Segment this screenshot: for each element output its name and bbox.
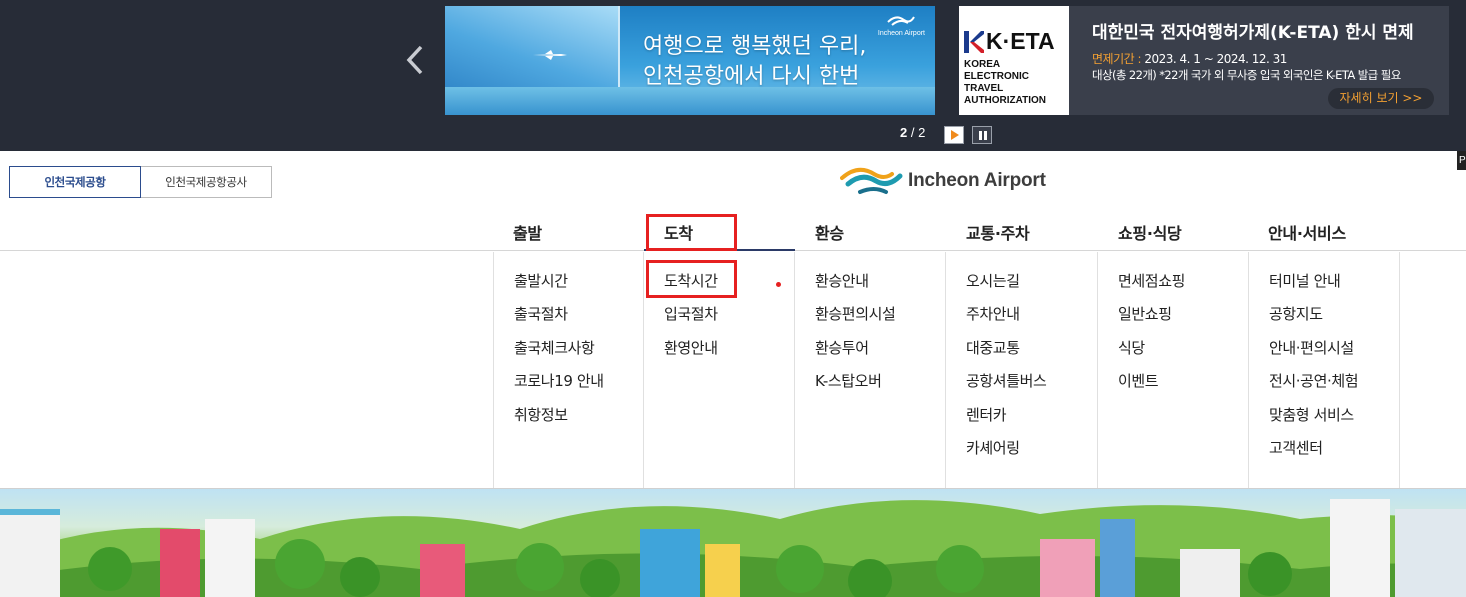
highlight-box-arrival-tab — [646, 214, 737, 251]
promo-line-2: 인천공항에서 다시 한번 — [643, 64, 860, 89]
pager-total: 2 — [918, 125, 926, 140]
submenu-item[interactable]: 전시·공연·체험 — [1269, 370, 1359, 391]
cursor-dot — [776, 282, 781, 287]
highlight-box-arrival-times — [646, 260, 737, 298]
promo-banner[interactable]: Incheon Airport 여행으로 행복했던 우리, 인천공항에서 다시 … — [445, 6, 935, 115]
slide-pager: 2 / 2 — [900, 125, 925, 140]
keta-period-label: 면제기간 : — [1092, 52, 1145, 66]
submenu-item[interactable]: 취항정보 — [514, 404, 568, 425]
submenu-item[interactable]: 환승편의시설 — [815, 303, 896, 324]
submenu-transport-parking: 오시는길 주차안내 대중교통 공항셔틀버스 렌터카 카셰어링 — [945, 252, 1096, 488]
submenu-item[interactable]: 식당 — [1118, 337, 1145, 358]
play-button[interactable] — [944, 126, 964, 144]
city-illustration — [0, 499, 1466, 597]
submenu-item[interactable]: 환영안내 — [664, 337, 718, 358]
gnb-shopping-dining[interactable]: 쇼핑·식당 — [1118, 220, 1182, 244]
promo-logo-text: Incheon Airport — [877, 30, 925, 37]
gnb-transport-parking[interactable]: 교통·주차 — [966, 220, 1030, 244]
submenu-item[interactable]: 터미널 안내 — [1269, 270, 1341, 291]
keta-title: 대한민국 전자여행허가제(K-ETA) 한시 면제 — [1092, 23, 1414, 43]
airplane-icon — [533, 50, 567, 60]
logo-text: Incheon Airport — [908, 170, 1046, 191]
pager-separator: / — [907, 125, 919, 140]
submenu-item[interactable]: 공항지도 — [1269, 303, 1323, 324]
keta-period-value: 2023. 4. 1 ~ 2024. 12. 31 — [1144, 52, 1287, 66]
keta-mark-text: K·ETA — [986, 28, 1055, 54]
top-banner-strip: Incheon Airport 여행으로 행복했던 우리, 인천공항에서 다시 … — [0, 0, 1466, 151]
submenu-item[interactable]: 공항셔틀버스 — [966, 370, 1047, 391]
keta-sub-line: AUTHORIZATION — [964, 95, 1047, 106]
submenu-item[interactable]: 환승안내 — [815, 270, 869, 291]
submenu-item[interactable]: 일반쇼핑 — [1118, 303, 1172, 324]
keta-logo: K·ETA KOREA ELECTRONIC TRAVEL AUTHORIZAT… — [959, 6, 1069, 115]
keta-sub-line: ELECTRONIC TRAVEL — [964, 71, 1029, 94]
submenu-item[interactable]: K-스탑오버 — [815, 370, 882, 391]
keta-more-button[interactable]: 자세히 보기 >> — [1328, 88, 1434, 109]
pause-button[interactable] — [972, 126, 992, 144]
keta-k-icon — [964, 30, 984, 53]
submenu-item[interactable]: 입국절차 — [664, 303, 718, 324]
edge-tab[interactable]: P — [1457, 151, 1466, 170]
submenu-item[interactable]: 고객센터 — [1269, 437, 1323, 458]
promo-logo: Incheon Airport — [878, 14, 925, 37]
keta-mark: K·ETA — [964, 28, 1069, 55]
hero-illustration — [0, 489, 1466, 597]
airport-swoosh-logo-icon — [840, 167, 903, 194]
prev-slide-button[interactable] — [403, 44, 427, 76]
promo-headline: 여행으로 행복했던 우리, 인천공항에서 다시 한번 — [643, 32, 866, 92]
site-logo[interactable]: Incheon Airport — [840, 164, 1046, 198]
submenu-item[interactable]: 카셰어링 — [966, 437, 1020, 458]
keta-sub-text: KOREA ELECTRONIC TRAVEL AUTHORIZATION — [964, 59, 1069, 107]
chevron-left-icon — [406, 45, 423, 75]
promo-line-1: 여행으로 행복했던 우리, — [643, 34, 867, 59]
submenu-item[interactable]: 오시는길 — [966, 270, 1020, 291]
submenu-item[interactable]: 출국체크사항 — [514, 337, 595, 358]
submenu-item[interactable]: 면세점쇼핑 — [1118, 270, 1185, 291]
gnb-transfer[interactable]: 환승 — [815, 220, 844, 244]
submenu-item[interactable]: 대중교통 — [966, 337, 1020, 358]
submenu-item[interactable]: 출발시간 — [514, 270, 568, 291]
submenu-item[interactable]: 주차안내 — [966, 303, 1020, 324]
keta-banner[interactable]: K·ETA KOREA ELECTRONIC TRAVEL AUTHORIZAT… — [959, 6, 1449, 115]
tab-incheon-airport[interactable]: 인천국제공항 — [9, 166, 141, 198]
submenu-item[interactable]: 환승투어 — [815, 337, 869, 358]
keta-description: 대상(총 22개) *22개 국가 외 무사증 입국 외국인은 K-ETA 발급… — [1092, 68, 1401, 82]
submenu-item[interactable]: 출국절차 — [514, 303, 568, 324]
submenu-right-border — [1399, 252, 1400, 488]
submenu-item[interactable]: 코로나19 안내 — [514, 370, 604, 391]
submenu-shopping-dining: 면세점쇼핑 일반쇼핑 식당 이벤트 — [1097, 252, 1248, 488]
gnb-info-service[interactable]: 안내·서비스 — [1268, 220, 1346, 244]
submenu-item[interactable]: 맞춤형 서비스 — [1269, 404, 1354, 425]
keta-sub-line: KOREA — [964, 59, 1001, 70]
submenu-item[interactable]: 렌터카 — [966, 404, 1007, 425]
submenu-departure: 출발시간 출국절차 출국체크사항 코로나19 안내 취항정보 — [493, 252, 644, 488]
gnb-departure[interactable]: 출발 — [513, 220, 542, 244]
submenu-item[interactable]: 안내·편의시설 — [1269, 337, 1354, 358]
submenu-item[interactable]: 이벤트 — [1118, 370, 1159, 391]
airport-logo-icon — [887, 16, 916, 26]
submenu-transfer: 환승안내 환승편의시설 환승투어 K-스탑오버 — [794, 252, 945, 488]
keta-period: 면제기간 : 2023. 4. 1 ~ 2024. 12. 31 — [1092, 50, 1287, 67]
submenu-info-service: 터미널 안내 공항지도 안내·편의시설 전시·공연·체험 맞춤형 서비스 고객센… — [1248, 252, 1399, 488]
tab-airport-corporation[interactable]: 인천국제공항공사 — [141, 166, 272, 198]
